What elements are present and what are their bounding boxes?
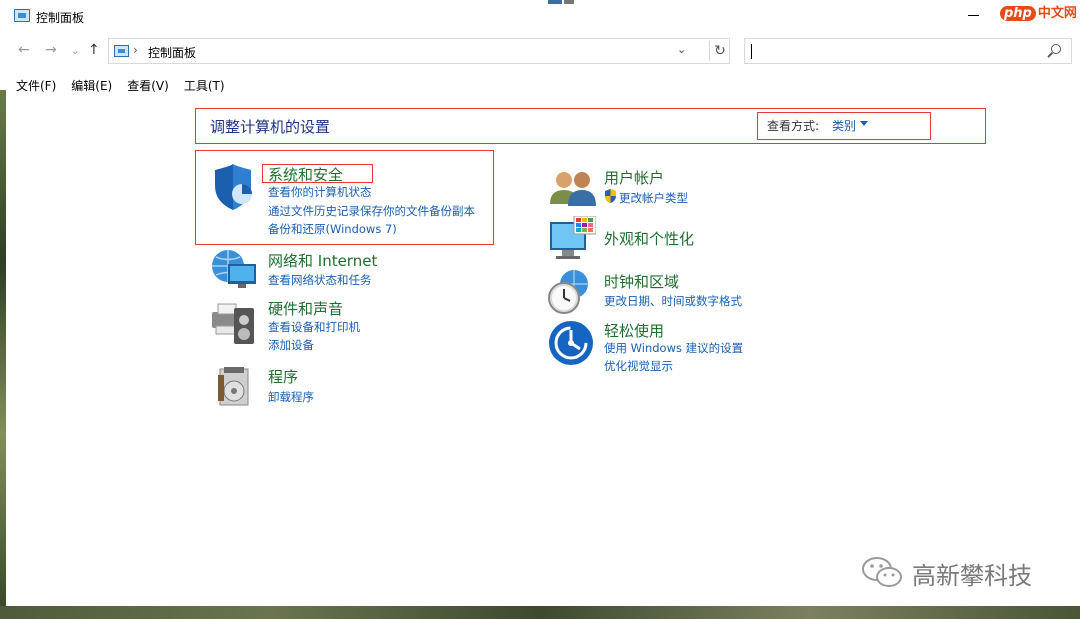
menu-view[interactable]: 查看(V) [127,77,169,93]
category-clock-region[interactable]: 时钟和区域 [604,271,679,292]
category-appearance-personalization[interactable]: 外观和个性化 [604,228,694,249]
category-network-internet[interactable]: 网络和 Internet [268,250,377,271]
link-devices-printers[interactable]: 查看设备和打印机 [268,319,360,335]
control-panel-icon [14,9,30,22]
php-watermark-text: 中文网 [1037,6,1077,21]
printer-speaker-icon[interactable] [210,298,258,348]
php-watermark-logo: php [1000,6,1036,21]
link-change-date-time-format[interactable]: 更改日期、时间或数字格式 [604,293,742,309]
uac-shield-icon [605,189,616,203]
desktop-background-bottom [0,606,1080,619]
view-by-dropdown-arrow-icon[interactable] [860,121,868,126]
search-input[interactable] [744,38,1072,64]
view-by-dropdown[interactable]: 类别 [832,117,856,134]
desktop-background-left [0,90,6,606]
address-bar[interactable]: › 控制面板 ⌄ ↻ [108,38,730,64]
window-title: 控制面板 [36,11,85,25]
back-arrow-icon[interactable]: ← [18,42,30,58]
menu-file[interactable]: 文件(F) [16,77,56,93]
refresh-icon[interactable]: ↻ [709,41,730,61]
link-view-computer-status[interactable]: 查看你的计算机状态 [268,184,372,200]
breadcrumb-control-panel[interactable]: 控制面板 [148,44,196,61]
menu-bar: 文件(F) 编辑(E) 查看(V) 工具(T) [16,77,225,93]
link-file-history-backup[interactable]: 通过文件历史记录保存你的文件备份副本 [268,203,475,219]
appearance-monitor-icon[interactable] [548,216,596,262]
category-hardware-sound[interactable]: 硬件和声音 [268,298,343,319]
watermark-text: 高新攀科技 [912,562,1032,590]
shield-icon[interactable] [211,164,257,212]
taskbar-thumbnail-fragment [548,0,562,4]
control-panel-window: 控制面板 php 中文网 ← → ⌄ ↑ › 控制面板 ⌄ ↻ 文件(F) 编辑(… [0,0,1080,606]
view-by-label: 查看方式: [767,119,820,133]
taskbar-thumbnail-fragment-2 [564,0,574,4]
category-user-accounts[interactable]: 用户帐户 [604,167,664,188]
up-arrow-icon[interactable]: ↑ [88,42,100,58]
title-bar: 控制面板 php 中文网 [0,0,1080,32]
link-uninstall-program[interactable]: 卸载程序 [268,389,314,405]
minimize-button[interactable] [968,6,980,18]
text-cursor [751,44,752,59]
link-add-device[interactable]: 添加设备 [268,337,314,353]
php-watermark: php 中文网 [1000,2,1077,21]
recent-locations-chevron-icon[interactable]: ⌄ [71,46,79,57]
forward-arrow-icon[interactable]: → [45,42,57,58]
link-change-account-type[interactable]: 更改帐户类型 [619,190,688,206]
category-ease-of-access[interactable]: 轻松使用 [604,320,664,341]
clock-globe-icon[interactable] [546,268,594,316]
programs-disc-icon[interactable] [216,365,254,409]
page-title: 调整计算机的设置 [210,118,331,136]
link-backup-restore[interactable]: 备份和还原(Windows 7) [268,221,397,237]
control-panel-address-icon [114,45,129,57]
category-system-security[interactable]: 系统和安全 [268,164,343,185]
wechat-icon [862,557,902,587]
search-icon[interactable] [1051,44,1061,54]
link-optimize-visual-display[interactable]: 优化视觉显示 [604,358,673,374]
link-windows-recommended-settings[interactable]: 使用 Windows 建议的设置 [604,340,743,356]
menu-edit[interactable]: 编辑(E) [71,77,112,93]
link-view-network-status[interactable]: 查看网络状态和任务 [268,272,372,288]
ease-of-access-icon[interactable] [548,320,594,366]
network-globe-icon[interactable] [210,248,258,290]
address-dropdown-chevron-icon[interactable]: ⌄ [677,43,686,56]
menu-tools[interactable]: 工具(T) [184,77,225,93]
user-accounts-icon[interactable] [548,168,598,208]
breadcrumb-separator[interactable]: › [133,43,138,57]
category-programs[interactable]: 程序 [268,366,298,387]
